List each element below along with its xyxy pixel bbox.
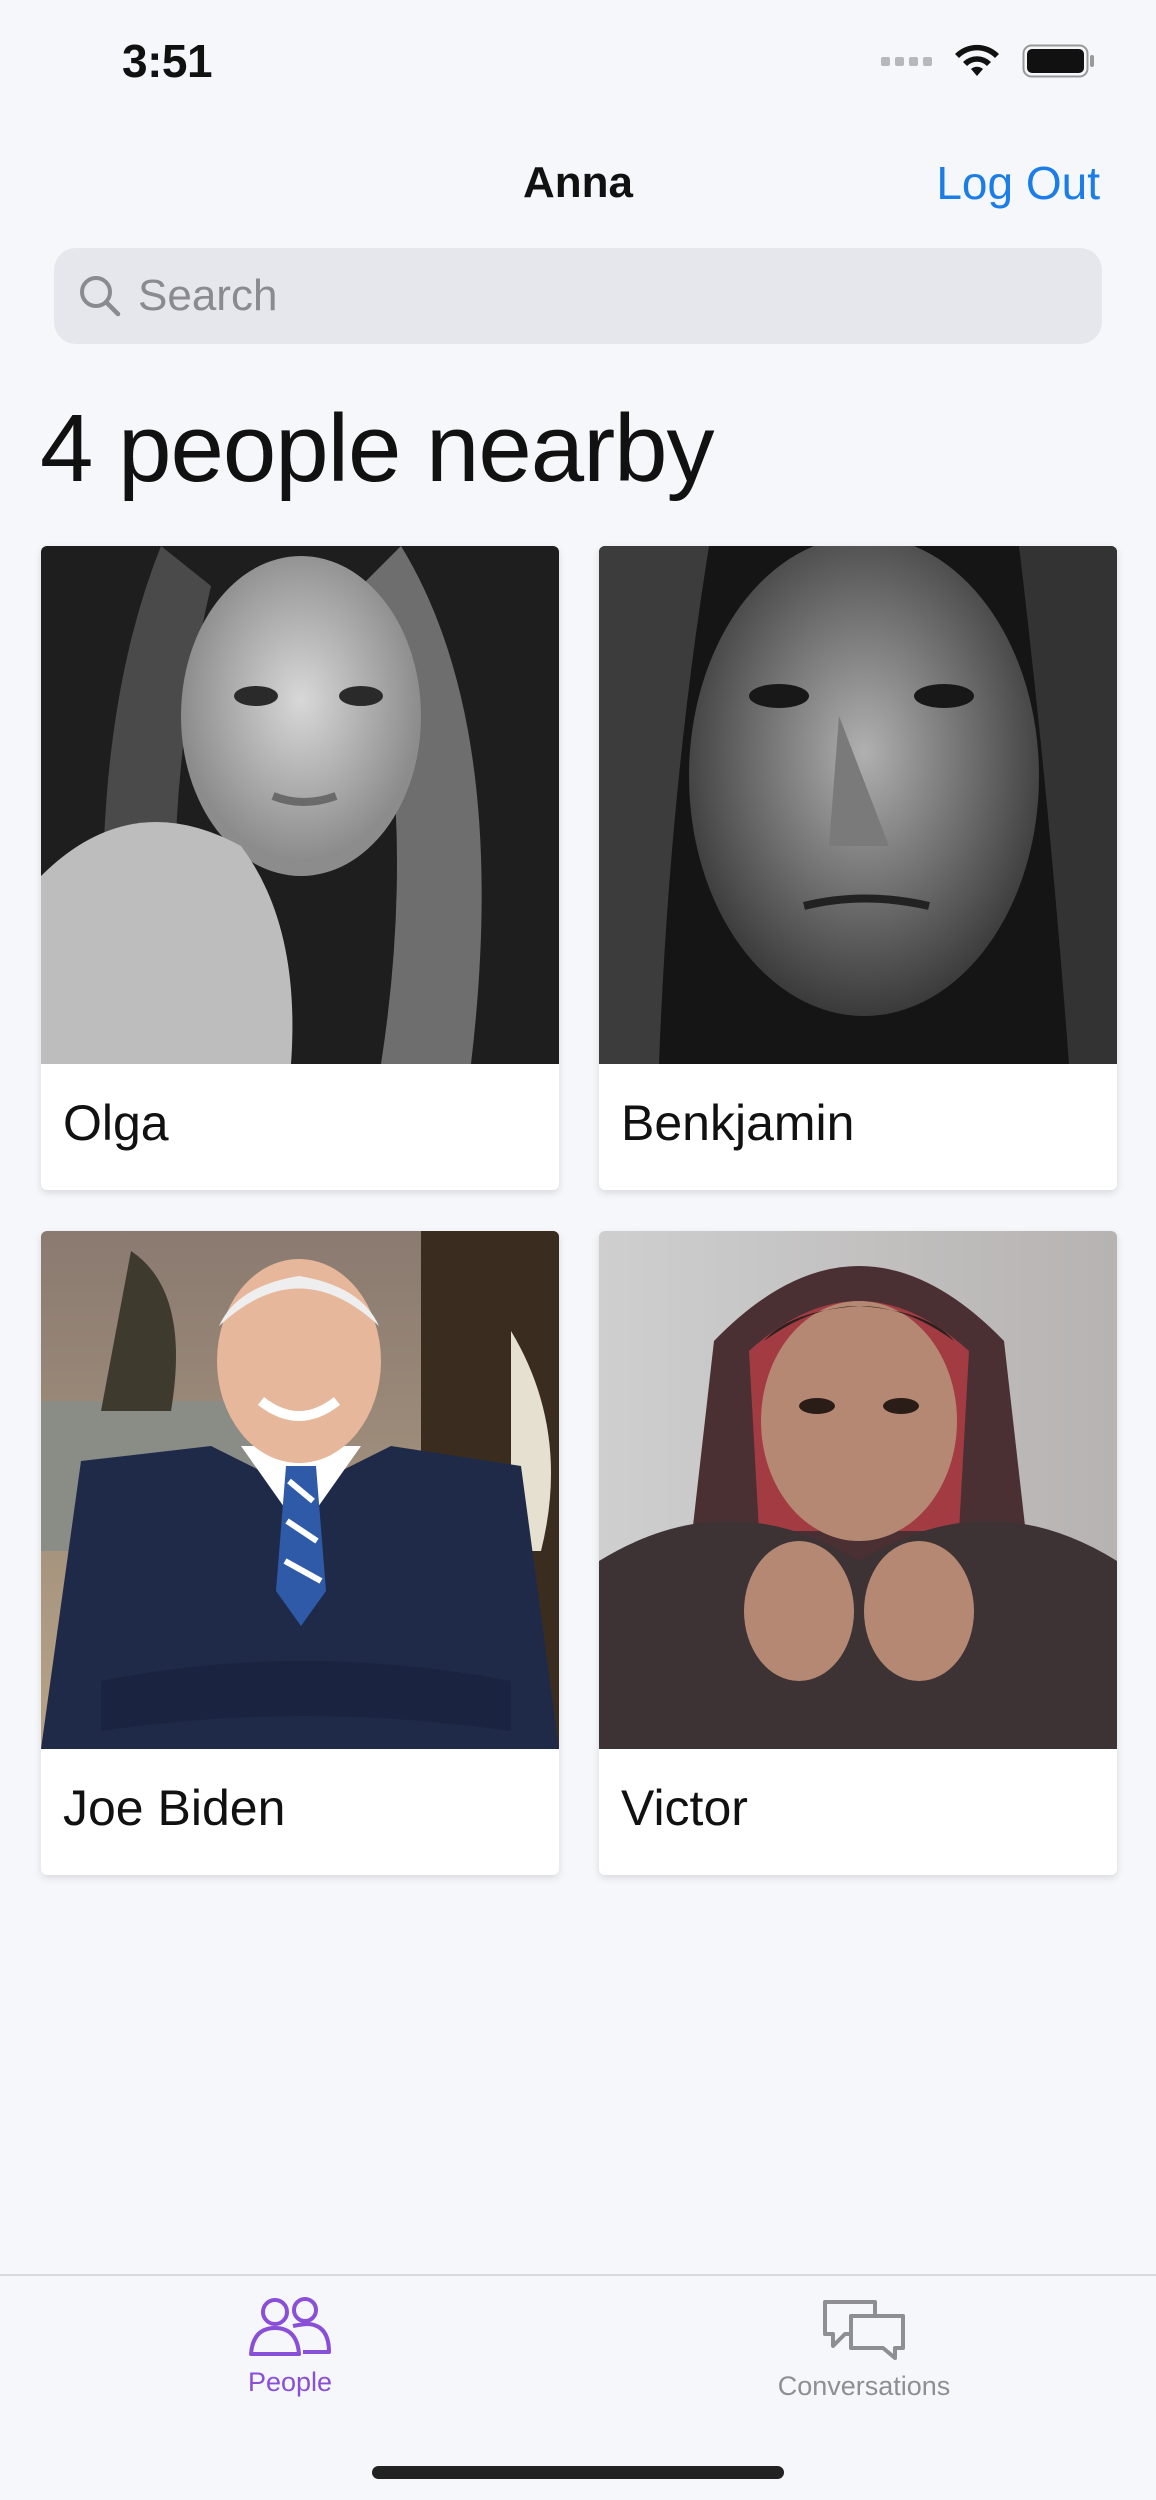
- search-bar[interactable]: [54, 248, 1102, 344]
- status-indicators: [881, 44, 1096, 78]
- status-time: 3:51: [122, 35, 213, 87]
- person-photo: [599, 1231, 1117, 1749]
- search-icon: [80, 276, 121, 317]
- person-photo: [41, 546, 559, 1064]
- person-card-benkjamin[interactable]: Benkjamin: [599, 546, 1117, 1190]
- chat-bubbles-icon: [823, 2300, 905, 2360]
- person-name: Victor: [621, 1780, 748, 1836]
- person-photo: [41, 1231, 559, 1749]
- cellular-signal-icon: [881, 56, 932, 66]
- home-indicator[interactable]: [372, 2466, 784, 2479]
- tab-conversations[interactable]: Conversations: [744, 2296, 984, 2402]
- search-input[interactable]: [138, 271, 1038, 321]
- app-screen: 3:51 Anna Log Out 4 people nearby: [0, 0, 1156, 2500]
- people-count-heading: 4 people nearby: [40, 395, 715, 502]
- person-card-joe-biden[interactable]: Joe Biden: [41, 1231, 559, 1875]
- person-card-victor[interactable]: Victor: [599, 1231, 1117, 1875]
- person-name: Benkjamin: [621, 1095, 855, 1151]
- person-name: Joe Biden: [63, 1780, 286, 1836]
- tab-label: Conversations: [777, 2371, 951, 2401]
- person-card-olga[interactable]: Olga: [41, 546, 559, 1190]
- person-name: Olga: [63, 1095, 169, 1151]
- battery-icon: [1022, 44, 1094, 78]
- tab-people[interactable]: People: [210, 2296, 370, 2398]
- logout-button[interactable]: Log Out: [936, 156, 1100, 210]
- tab-label: People: [247, 2367, 333, 2397]
- wifi-icon: [955, 44, 999, 76]
- people-icon: [249, 2297, 331, 2356]
- person-photo: [599, 546, 1117, 1064]
